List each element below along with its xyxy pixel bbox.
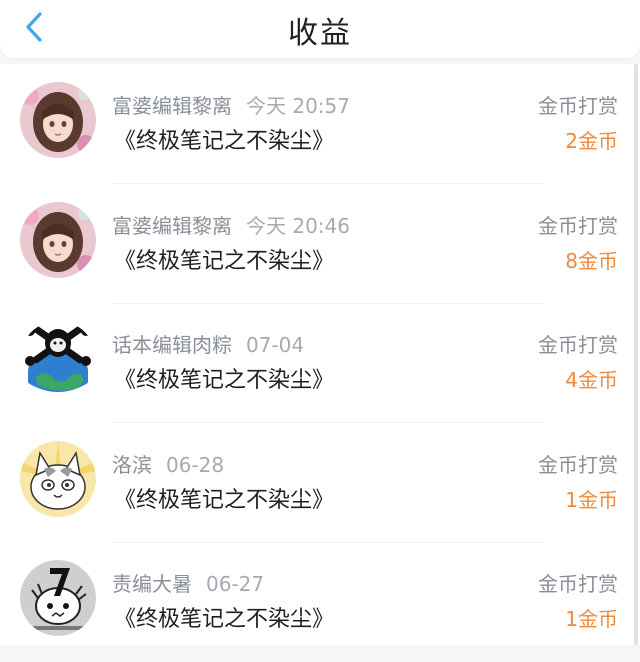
list-item[interactable]: 洛滨 06-28 《终极笔记之不染尘》 金币打赏 1金币 bbox=[0, 423, 630, 543]
book-title[interactable]: 《终极笔记之不染尘》 bbox=[114, 482, 334, 514]
reward-type: 金币打赏 bbox=[538, 572, 618, 596]
reward-amount: 8金币 bbox=[565, 249, 618, 273]
timestamp: 06-27 bbox=[206, 572, 265, 596]
book-title[interactable]: 《终极笔记之不染尘》 bbox=[114, 601, 334, 633]
sender-info: 富婆编辑黎离 今天 20:57 bbox=[112, 90, 350, 119]
sender-name[interactable]: 富婆编辑黎离 bbox=[112, 214, 232, 238]
sender-info: 洛滨 06-28 bbox=[112, 449, 224, 478]
book-title[interactable]: 《终极笔记之不染尘》 bbox=[114, 123, 334, 155]
sender-info: 责编大暑 06-27 bbox=[112, 568, 264, 597]
scrollbar[interactable] bbox=[634, 64, 638, 645]
anime-girl-avatar[interactable] bbox=[20, 82, 96, 158]
page-title: 收益 bbox=[288, 16, 352, 51]
anime-girl-avatar[interactable] bbox=[20, 202, 96, 278]
timestamp: 07-04 bbox=[246, 333, 305, 357]
sender-name[interactable]: 洛滨 bbox=[112, 453, 152, 477]
sender-info: 话本编辑肉粽 07-04 bbox=[112, 329, 304, 358]
reward-type: 金币打赏 bbox=[538, 94, 618, 118]
top-bar: 收益 bbox=[0, 0, 640, 58]
sender-name[interactable]: 话本编辑肉粽 bbox=[112, 333, 232, 357]
timestamp: 06-28 bbox=[166, 453, 225, 477]
reward-amount: 1金币 bbox=[565, 607, 618, 631]
earnings-list: 富婆编辑黎离 今天 20:57 《终极笔记之不染尘》 金币打赏 2金币 富婆编辑黎… bbox=[0, 64, 640, 645]
chainsaw-dog-avatar[interactable] bbox=[20, 560, 96, 636]
list-item[interactable]: 话本编辑肉粽 07-04 《终极笔记之不染尘》 金币打赏 4金币 bbox=[0, 303, 630, 423]
timestamp: 今天 20:57 bbox=[246, 94, 350, 118]
timestamp: 今天 20:46 bbox=[246, 214, 350, 238]
reward-amount: 2金币 bbox=[565, 129, 618, 153]
book-title[interactable]: 《终极笔记之不染尘》 bbox=[114, 362, 334, 394]
skull-globe-avatar[interactable] bbox=[20, 321, 96, 397]
reward-amount: 4金币 bbox=[565, 368, 618, 392]
reward-type: 金币打赏 bbox=[538, 214, 618, 238]
reward-amount: 1金币 bbox=[565, 488, 618, 512]
book-title[interactable]: 《终极笔记之不染尘》 bbox=[114, 243, 334, 275]
list-item[interactable]: 富婆编辑黎离 今天 20:46 《终极笔记之不染尘》 金币打赏 8金币 bbox=[0, 184, 630, 304]
reward-type: 金币打赏 bbox=[538, 453, 618, 477]
list-item[interactable]: 责编大暑 06-27 《终极笔记之不染尘》 金币打赏 1金币 bbox=[0, 542, 630, 662]
reward-type: 金币打赏 bbox=[538, 333, 618, 357]
list-item[interactable]: 富婆编辑黎离 今天 20:57 《终极笔记之不染尘》 金币打赏 2金币 bbox=[0, 64, 630, 184]
sender-name[interactable]: 富婆编辑黎离 bbox=[112, 94, 232, 118]
sender-info: 富婆编辑黎离 今天 20:46 bbox=[112, 210, 350, 239]
sender-name[interactable]: 责编大暑 bbox=[112, 572, 192, 596]
cat-avatar[interactable] bbox=[20, 441, 96, 517]
